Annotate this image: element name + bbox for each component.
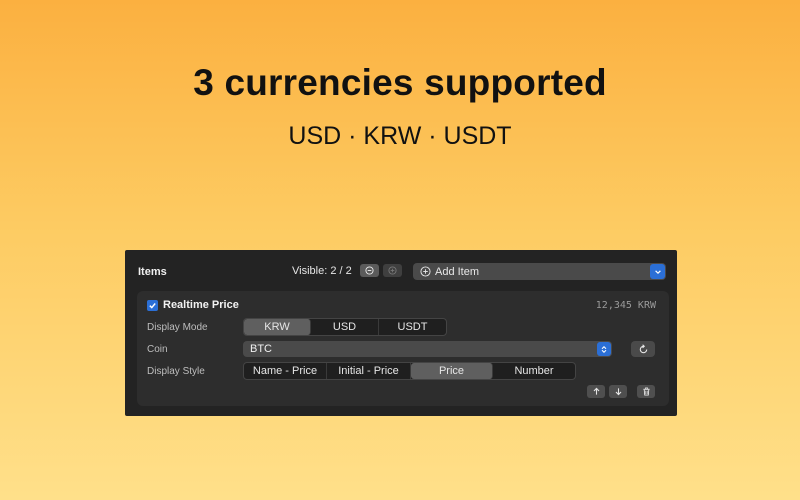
show-all-button[interactable]	[383, 264, 402, 277]
updown-chevron-icon	[601, 345, 607, 353]
display-style-segmented: Name - Price Initial - Price Price Numbe…	[243, 362, 576, 380]
display-mode-segmented: KRW USD USDT	[243, 318, 447, 336]
add-item-label: Add Item	[435, 265, 480, 278]
display-style-label: Display Style	[147, 366, 205, 377]
display-mode-usd[interactable]: USD	[311, 319, 379, 335]
item-title: Realtime Price	[163, 299, 239, 311]
add-item-dropdown-button[interactable]	[650, 264, 665, 279]
display-style-name-price[interactable]: Name - Price	[244, 363, 327, 379]
item-enabled-checkbox[interactable]	[147, 300, 158, 311]
price-readout: 12,345 KRW	[595, 300, 656, 311]
plus-circle-icon	[420, 266, 431, 277]
move-down-button[interactable]	[609, 385, 627, 398]
display-mode-usdt[interactable]: USDT	[379, 319, 446, 335]
visible-count: Visible: 2 / 2	[292, 265, 352, 277]
coin-select[interactable]: BTC	[243, 341, 612, 357]
chevron-down-icon	[654, 269, 661, 274]
coin-dropdown-button[interactable]	[597, 342, 611, 356]
arrow-up-icon	[593, 387, 599, 395]
panel-header: Items Visible: 2 / 2 Add Item	[125, 250, 677, 290]
arrow-down-icon	[615, 388, 621, 396]
hero-subtitle: USD · KRW · USDT	[288, 122, 512, 150]
display-style-price[interactable]: Price	[411, 363, 493, 379]
display-style-number[interactable]: Number	[493, 363, 575, 379]
items-panel: Items Visible: 2 / 2 Add Item Realtime P…	[125, 250, 677, 416]
items-heading: Items	[138, 266, 167, 278]
delete-button[interactable]	[637, 385, 655, 398]
refresh-button[interactable]	[631, 341, 655, 357]
hide-all-button[interactable]	[360, 264, 379, 277]
refresh-icon	[639, 343, 647, 353]
move-up-button[interactable]	[587, 385, 605, 398]
display-mode-label: Display Mode	[147, 322, 208, 333]
display-style-initial-price[interactable]: Initial - Price	[327, 363, 411, 379]
checkmark-icon	[149, 303, 156, 309]
display-mode-krw[interactable]: KRW	[244, 319, 311, 335]
minus-circle-icon	[365, 266, 374, 275]
coin-value: BTC	[250, 343, 272, 355]
plus-circle-icon	[388, 266, 397, 275]
hero-title: 3 currencies supported	[193, 62, 607, 103]
item-card: Realtime Price 12,345 KRW Display Mode K…	[137, 291, 669, 406]
coin-label: Coin	[147, 344, 168, 355]
add-item-select[interactable]: Add Item	[413, 263, 666, 280]
trash-icon	[642, 387, 650, 396]
